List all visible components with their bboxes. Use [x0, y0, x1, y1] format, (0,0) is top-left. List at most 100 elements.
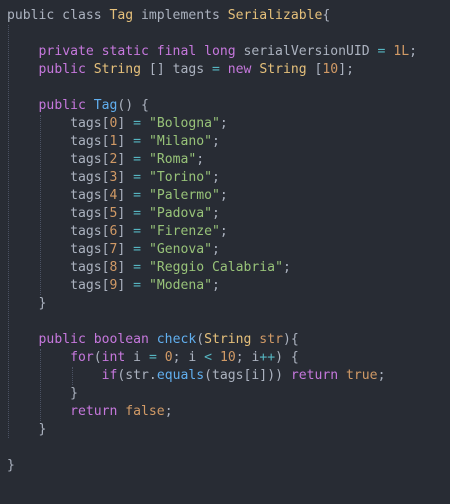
code-editor[interactable]: public class Tag implements Serializable… — [0, 0, 450, 504]
code-line[interactable]: tags[5] = "Padova"; — [7, 205, 450, 223]
code-operator: = — [133, 206, 142, 221]
code-function: equals — [156, 368, 205, 383]
code-line[interactable]: tags[4] = "Palermo"; — [7, 187, 450, 205]
code-keyword: return — [70, 404, 126, 419]
code-text: tags[ — [7, 134, 110, 149]
code-line[interactable]: } — [7, 385, 450, 403]
code-type: String — [204, 332, 252, 347]
code-line[interactable]: tags[8] = "Reggio Calabria"; — [7, 259, 450, 277]
code-number: 1L — [393, 44, 410, 59]
code-text: ; i — [172, 350, 205, 365]
code-line[interactable]: tags[3] = "Torino"; — [7, 169, 450, 187]
code-line[interactable]: tags[1] = "Milano"; — [7, 133, 450, 151]
code-text: (str. — [117, 368, 157, 383]
code-text: tags[ — [7, 170, 110, 185]
code-text: tags[ — [7, 242, 110, 257]
code-string: "Reggio Calabria" — [148, 260, 283, 275]
code-number: true — [346, 368, 378, 383]
code-text: tags[ — [7, 260, 110, 275]
code-line[interactable]: public String [] tags = new String [10]; — [7, 61, 450, 79]
code-operator: = — [133, 170, 142, 185]
code-punctuation: { — [322, 8, 331, 23]
code-line[interactable]: for(int i = 0; i < 10; i++) { — [7, 349, 450, 367]
code-keyword: public boolean — [38, 332, 157, 347]
code-punctuation: ; — [409, 44, 417, 59]
code-operator: = — [212, 62, 220, 77]
code-line[interactable]: } — [7, 457, 450, 475]
code-line[interactable] — [7, 25, 450, 43]
code-number: 10 — [322, 62, 339, 77]
code-text: tags[ — [7, 116, 110, 131]
code-text: ] — [117, 134, 134, 149]
code-line[interactable]: tags[9] = "Modena"; — [7, 277, 450, 295]
code-line[interactable]: public class Tag implements Serializable… — [7, 7, 450, 25]
code-keyword: new — [227, 62, 260, 77]
code-string: "Firenze" — [148, 224, 220, 239]
code-operator: = — [133, 260, 142, 275]
code-keyword: public — [38, 62, 94, 77]
code-operator: = — [369, 44, 394, 59]
code-punctuation: ; — [377, 368, 386, 383]
code-keyword: int — [101, 350, 126, 365]
code-text: i — [125, 350, 149, 365]
code-punctuation: ; — [219, 116, 228, 131]
code-operator: = — [133, 134, 142, 149]
code-operator: = — [133, 278, 142, 293]
code-text: ]; — [338, 62, 354, 77]
code-punctuation: } — [7, 386, 78, 401]
code-string: "Milano" — [148, 134, 213, 149]
code-text: tags[ — [7, 188, 110, 203]
code-number: 10 — [219, 350, 236, 365]
code-punctuation: ; — [219, 224, 228, 239]
code-operator: < — [204, 350, 213, 365]
code-punctuation: } — [7, 458, 15, 473]
code-punctuation: ( — [196, 332, 205, 347]
code-string: "Padova" — [148, 206, 213, 221]
code-type: Tag — [109, 8, 134, 23]
code-line[interactable] — [7, 79, 450, 97]
code-line[interactable]: tags[7] = "Genova"; — [7, 241, 450, 259]
code-operator: = — [148, 350, 157, 365]
code-punctuation: ; — [212, 170, 220, 185]
code-string: "Modena" — [148, 278, 213, 293]
code-line[interactable]: tags[2] = "Roma"; — [7, 151, 450, 169]
code-line[interactable]: if(str.equals(tags[i])) return true; — [7, 367, 450, 385]
code-keyword: if — [101, 368, 118, 383]
code-line[interactable]: tags[6] = "Firenze"; — [7, 223, 450, 241]
code-punctuation: ; — [212, 134, 220, 149]
code-text: tags[ — [7, 278, 110, 293]
code-operator: = — [133, 188, 142, 203]
code-line[interactable] — [7, 313, 450, 331]
code-line[interactable]: tags[0] = "Bologna"; — [7, 115, 450, 133]
code-line[interactable]: } — [7, 421, 450, 439]
code-text: ; i — [235, 350, 260, 365]
code-punctuation: } — [7, 296, 47, 311]
code-line[interactable]: private static final long serialVersionU… — [7, 43, 450, 61]
code-content[interactable]: public class Tag implements Serializable… — [7, 7, 450, 475]
code-line[interactable]: return false; — [7, 403, 450, 421]
code-punctuation: ; — [282, 260, 291, 275]
code-line[interactable]: public Tag() { — [7, 97, 450, 115]
code-line[interactable] — [7, 439, 450, 457]
code-text: ] — [117, 206, 134, 221]
code-type: String — [259, 62, 307, 77]
code-text: ] — [117, 152, 134, 167]
code-operator: ++ — [259, 350, 276, 365]
code-string: "Torino" — [148, 170, 213, 185]
code-line[interactable]: } — [7, 295, 450, 313]
code-function: check — [156, 332, 197, 347]
code-line[interactable]: public boolean check(String str){ — [7, 331, 450, 349]
code-operator: = — [133, 116, 142, 131]
